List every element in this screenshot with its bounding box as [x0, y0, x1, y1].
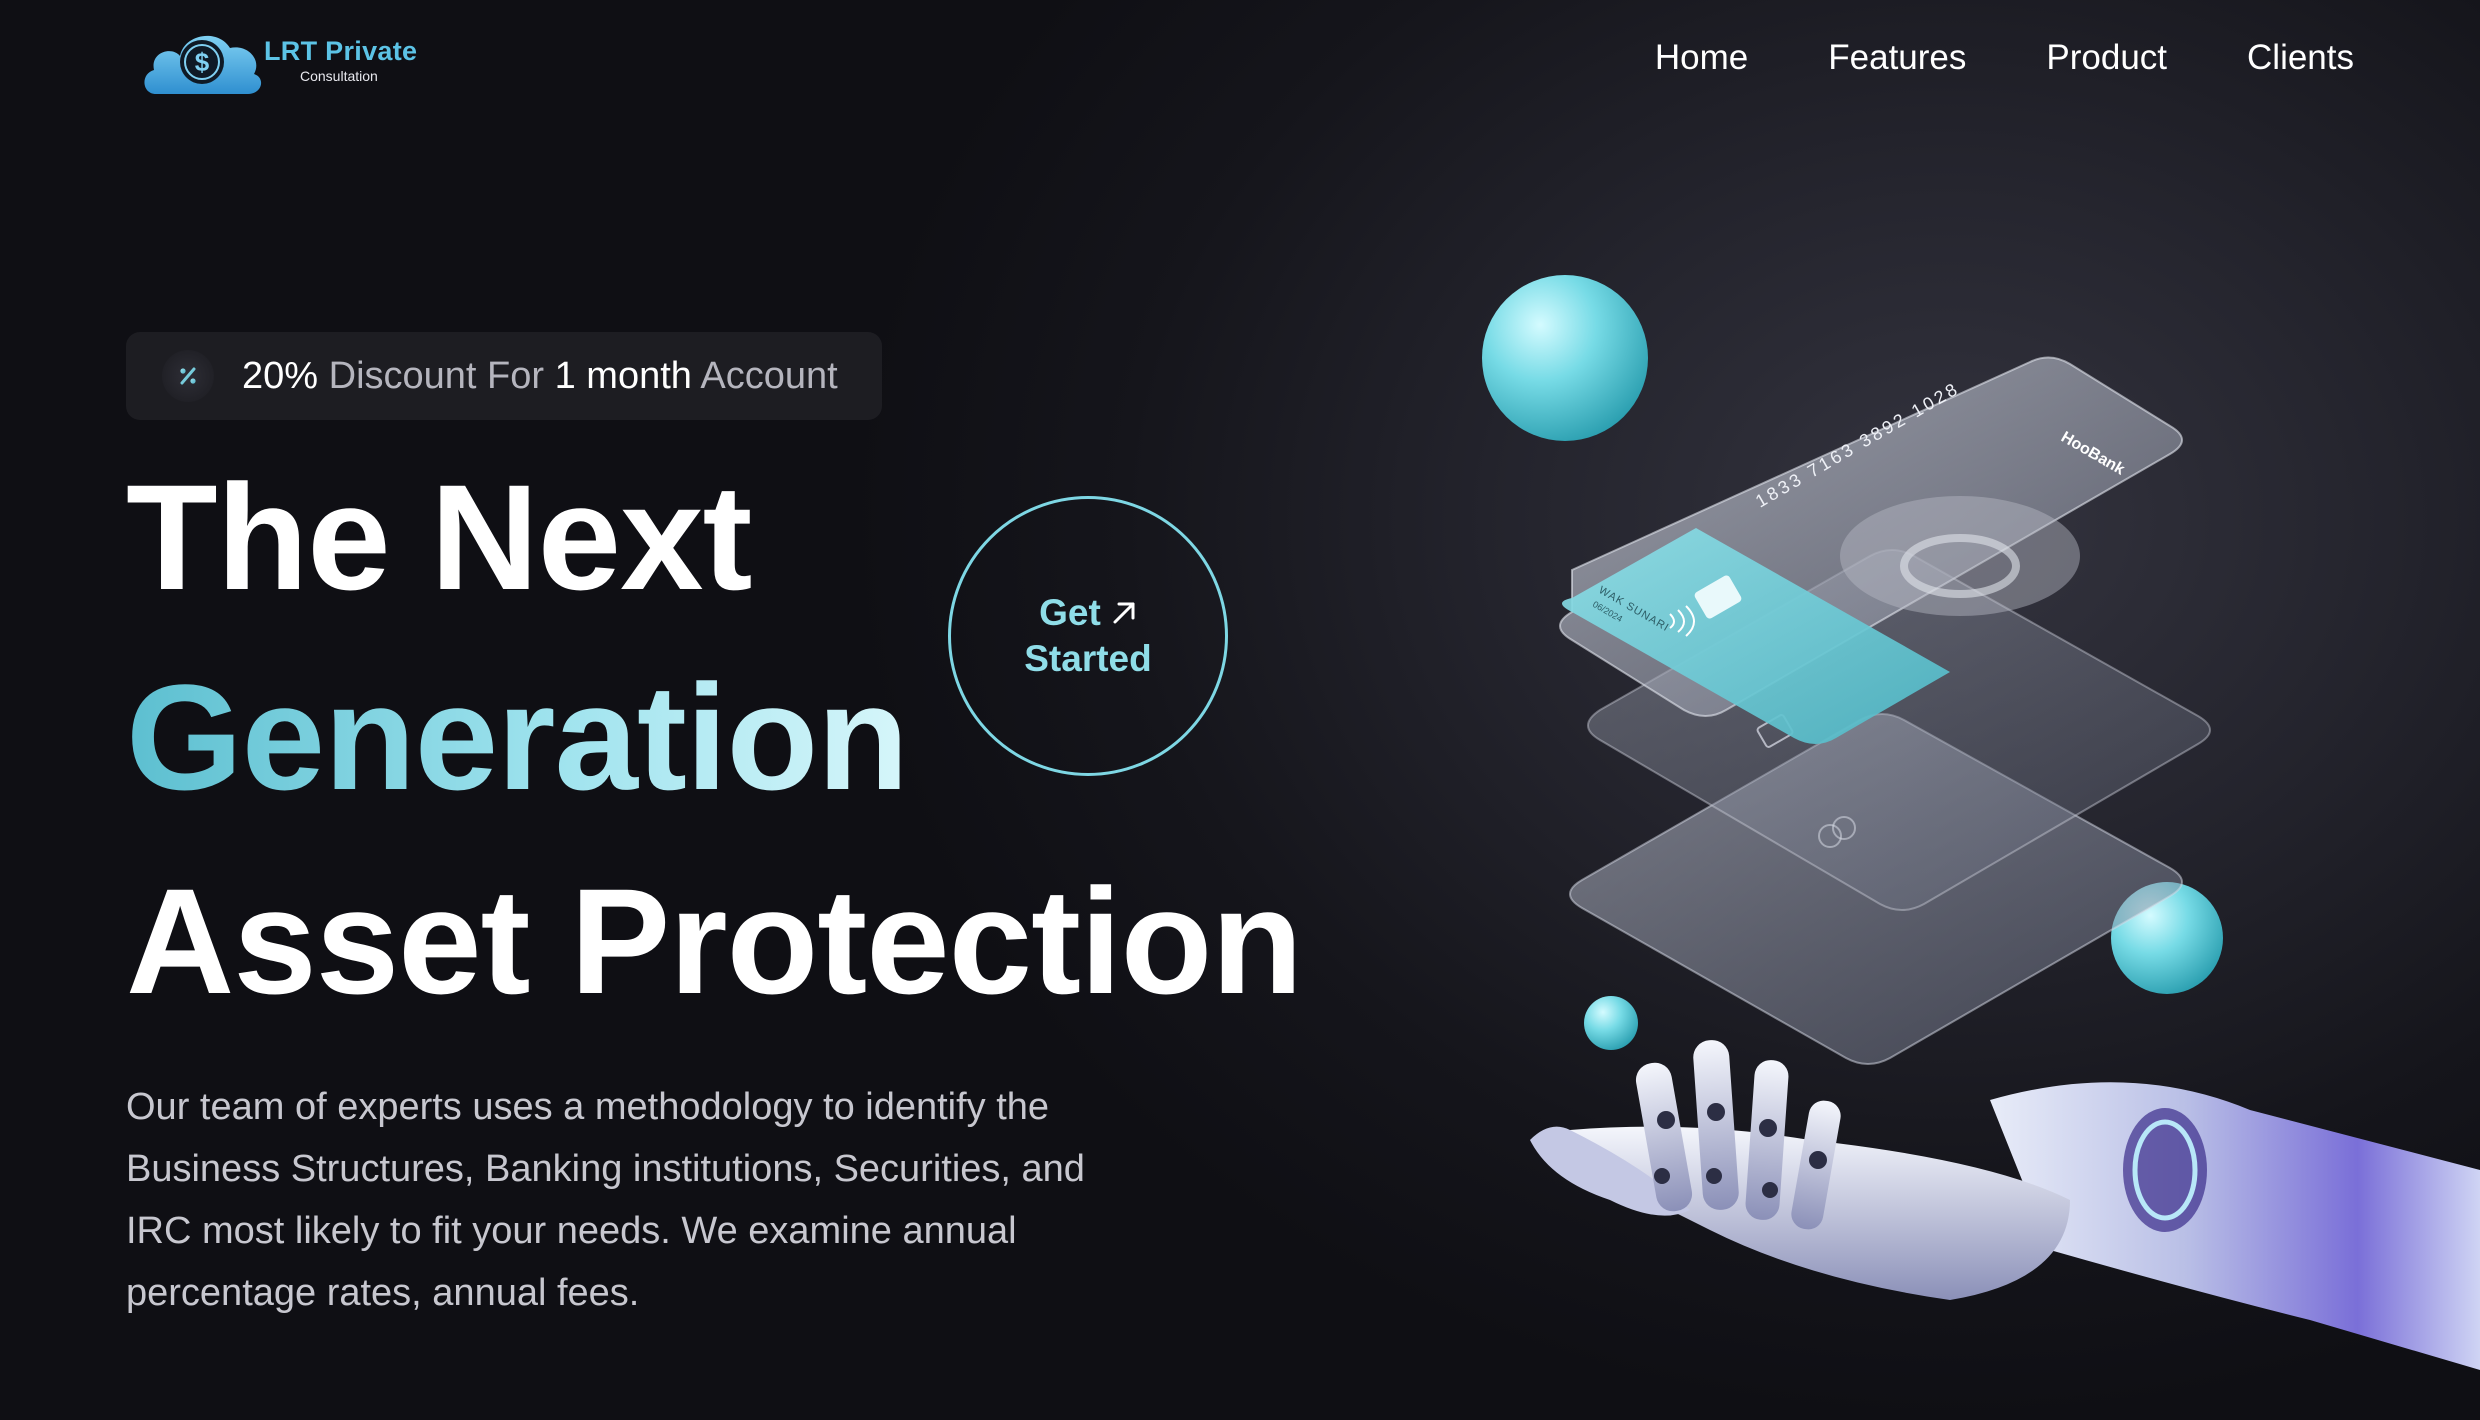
sphere-small [1584, 996, 1638, 1050]
robot-hand [1530, 1040, 2480, 1370]
nav-features[interactable]: Features [1828, 38, 1966, 78]
brand-logo[interactable]: $ LRT Private Consultation [138, 22, 438, 102]
brand-subtitle: Consultation [300, 68, 378, 84]
hero-description: Our team of experts uses a methodology t… [126, 1086, 1085, 1314]
arrow-up-right-icon [1113, 602, 1135, 624]
nav-product[interactable]: Product [2046, 38, 2167, 78]
dollar-cloud-icon: $ [144, 35, 262, 94]
percent-icon [162, 350, 214, 402]
hero-title-line-1: The Next [126, 453, 752, 621]
discount-duration: 1 month [554, 354, 692, 397]
svg-text:$: $ [195, 47, 210, 77]
get-started-label-1: Get [1039, 591, 1101, 633]
hero-illustration: 1833 7163 3892 1028 HooBank WAK SUNARI 0… [1482, 275, 2480, 1370]
nav-home[interactable]: Home [1655, 38, 1748, 78]
get-started-button[interactable]: Get Started [948, 496, 1228, 776]
main-nav: Home Features Product Clients [1655, 38, 2354, 78]
get-started-label-2: Started [1024, 638, 1152, 679]
brand-title: LRT Private [264, 36, 418, 66]
discount-badge: 20% Discount For 1 month Account [126, 332, 882, 420]
nav-clients[interactable]: Clients [2247, 38, 2354, 78]
discount-percent: 20% [242, 354, 319, 397]
discount-label-2: Account [691, 354, 838, 397]
discount-label-1: Discount For [318, 354, 555, 397]
hero-title-line-3: Asset Protection [126, 857, 1303, 1025]
discount-text: 20% Discount For 1 month Account [242, 355, 838, 398]
sphere-large [1482, 275, 1648, 441]
hero-title-line-2: Generation [126, 653, 909, 821]
